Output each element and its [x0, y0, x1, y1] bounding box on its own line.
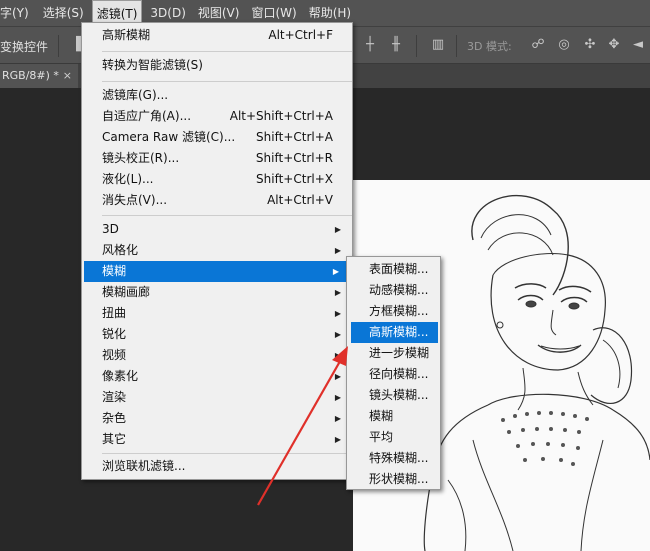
submenu-blur-gallery[interactable]: 模糊画廊 ▶ — [82, 282, 352, 303]
adaptive-wide-angle-item[interactable]: 自适应广角(A)... Alt+Shift+Ctrl+A — [82, 106, 352, 127]
blur-motion-item[interactable]: 动感模糊... — [347, 280, 440, 301]
menu-divider — [102, 51, 352, 52]
submenu-noise[interactable]: 杂色 ▶ — [82, 408, 352, 429]
submenu-arrow-icon: ▶ — [334, 351, 341, 360]
vanishing-point-shortcut: Alt+Ctrl+V — [267, 193, 333, 207]
document-tab-title: RGB/8#) * — [2, 69, 59, 82]
menu-divider — [102, 215, 352, 216]
submenu-noise-label: 杂色 — [102, 411, 127, 425]
align-horizontal-centers-icon[interactable]: ┼ — [362, 37, 378, 53]
last-filter-shortcut: Alt+Ctrl+F — [268, 28, 333, 42]
lens-correction-shortcut: Shift+Ctrl+R — [255, 151, 333, 165]
submenu-arrow-icon: ▶ — [334, 372, 341, 381]
filter-gallery-item[interactable]: 滤镜库(G)... — [82, 85, 352, 106]
convert-smart-filter-item[interactable]: 转换为智能滤镜(S) — [82, 55, 352, 76]
submenu-other-label: 其它 — [102, 432, 127, 446]
blur-submenu: 表面模糊... 动感模糊... 方框模糊... 高斯模糊... 进一步模糊 径向… — [346, 256, 441, 490]
blur-lens-item[interactable]: 镜头模糊... — [347, 385, 440, 406]
blur-average-item[interactable]: 平均 — [347, 427, 440, 448]
submenu-arrow-icon: ▶ — [334, 414, 341, 423]
roll-3d-icon[interactable]: ◎ — [556, 37, 572, 53]
submenu-stylize-label: 风格化 — [102, 243, 139, 257]
blur-item[interactable]: 模糊 — [347, 406, 440, 427]
options-divider — [58, 35, 59, 57]
lens-correction-item[interactable]: 镜头校正(R)... Shift+Ctrl+R — [82, 148, 352, 169]
vanishing-point-label: 消失点(V)... — [102, 193, 168, 207]
blur-surface-item[interactable]: 表面模糊... — [347, 259, 440, 280]
last-filter-label: 高斯模糊 — [102, 28, 151, 42]
liquify-shortcut: Shift+Ctrl+X — [256, 172, 333, 186]
camera-raw-filter-item[interactable]: Camera Raw 滤镜(C)... Shift+Ctrl+A — [82, 127, 352, 148]
menu-divider — [102, 453, 352, 454]
blur-box-item[interactable]: 方框模糊... — [347, 301, 440, 322]
distribute-icon[interactable]: ▥ — [430, 37, 446, 53]
vanishing-point-item[interactable]: 消失点(V)... Alt+Ctrl+V — [82, 190, 352, 211]
submenu-arrow-icon: ▶ — [334, 435, 341, 444]
last-filter-item[interactable]: 高斯模糊 Alt+Ctrl+F — [82, 25, 352, 46]
browse-filters-online-item[interactable]: 浏览联机滤镜... — [82, 456, 352, 477]
submenu-3d-label: 3D — [102, 222, 119, 236]
submenu-arrow-icon: ▶ — [334, 288, 341, 297]
close-tab-icon[interactable]: × — [63, 64, 72, 88]
drag-3d-icon[interactable]: ✣ — [582, 37, 598, 53]
submenu-arrow-icon: ▶ — [334, 393, 341, 402]
submenu-blur-label: 模糊 — [102, 264, 127, 278]
submenu-distort-label: 扭曲 — [102, 306, 127, 320]
rotate-3d-icon[interactable]: ☍ — [530, 37, 546, 53]
camera-raw-filter-shortcut: Shift+Ctrl+A — [256, 130, 333, 144]
adaptive-wide-angle-shortcut: Alt+Shift+Ctrl+A — [229, 109, 333, 123]
menu-divider — [102, 81, 352, 82]
adaptive-wide-angle-label: 自适应广角(A)... — [102, 109, 192, 123]
transform-controls-label[interactable]: 变换控件 — [0, 38, 48, 55]
convert-smart-filter-label: 转换为智能滤镜(S) — [102, 58, 203, 72]
filter-gallery-label: 滤镜库(G)... — [102, 88, 169, 102]
submenu-sharpen[interactable]: 锐化 ▶ — [82, 324, 352, 345]
blur-smart-item[interactable]: 特殊模糊... — [347, 448, 440, 469]
submenu-sharpen-label: 锐化 — [102, 327, 127, 341]
submenu-video-label: 视频 — [102, 348, 127, 362]
submenu-other[interactable]: 其它 ▶ — [82, 429, 352, 450]
submenu-blur[interactable]: 模糊 ▶ — [84, 261, 350, 282]
submenu-arrow-icon: ▶ — [334, 225, 341, 234]
filter-menu: 高斯模糊 Alt+Ctrl+F 转换为智能滤镜(S) 滤镜库(G)... 自适应… — [81, 22, 353, 480]
liquify-label: 液化(L)... — [102, 172, 154, 186]
camera-raw-filter-label: Camera Raw 滤镜(C)... — [102, 130, 236, 144]
options-divider — [416, 35, 417, 57]
liquify-item[interactable]: 液化(L)... Shift+Ctrl+X — [82, 169, 352, 190]
document-tab[interactable]: RGB/8#) * × — [0, 64, 78, 88]
submenu-stylize[interactable]: 风格化 ▶ — [82, 240, 352, 261]
submenu-render-label: 渲染 — [102, 390, 127, 404]
submenu-arrow-icon: ▶ — [334, 246, 341, 255]
submenu-pixelate[interactable]: 像素化 ▶ — [82, 366, 352, 387]
submenu-arrow-icon: ▶ — [334, 330, 341, 339]
submenu-pixelate-label: 像素化 — [102, 369, 139, 383]
blur-shape-item[interactable]: 形状模糊... — [347, 469, 440, 490]
submenu-arrow-icon: ▶ — [334, 309, 341, 318]
3d-mode-label: 3D 模式: — [467, 40, 512, 53]
submenu-blur-gallery-label: 模糊画廊 — [102, 285, 151, 299]
lens-correction-label: 镜头校正(R)... — [102, 151, 180, 165]
slide-3d-icon[interactable]: ✥ — [606, 37, 622, 53]
submenu-distort[interactable]: 扭曲 ▶ — [82, 303, 352, 324]
submenu-3d[interactable]: 3D ▶ — [82, 219, 352, 240]
blur-gaussian-item[interactable]: 高斯模糊... — [351, 322, 438, 343]
scale-3d-icon[interactable]: ◄ — [630, 37, 646, 53]
submenu-arrow-icon: ▶ — [332, 267, 339, 276]
options-divider — [456, 35, 457, 57]
menu-type[interactable]: 字(Y) — [0, 0, 33, 26]
align-right-edges-icon[interactable]: ╫ — [388, 37, 404, 53]
blur-radial-item[interactable]: 径向模糊... — [347, 364, 440, 385]
browse-filters-online-label: 浏览联机滤镜... — [102, 459, 186, 473]
submenu-video[interactable]: 视频 ▶ — [82, 345, 352, 366]
blur-more-item[interactable]: 进一步模糊 — [347, 343, 440, 364]
submenu-render[interactable]: 渲染 ▶ — [82, 387, 352, 408]
